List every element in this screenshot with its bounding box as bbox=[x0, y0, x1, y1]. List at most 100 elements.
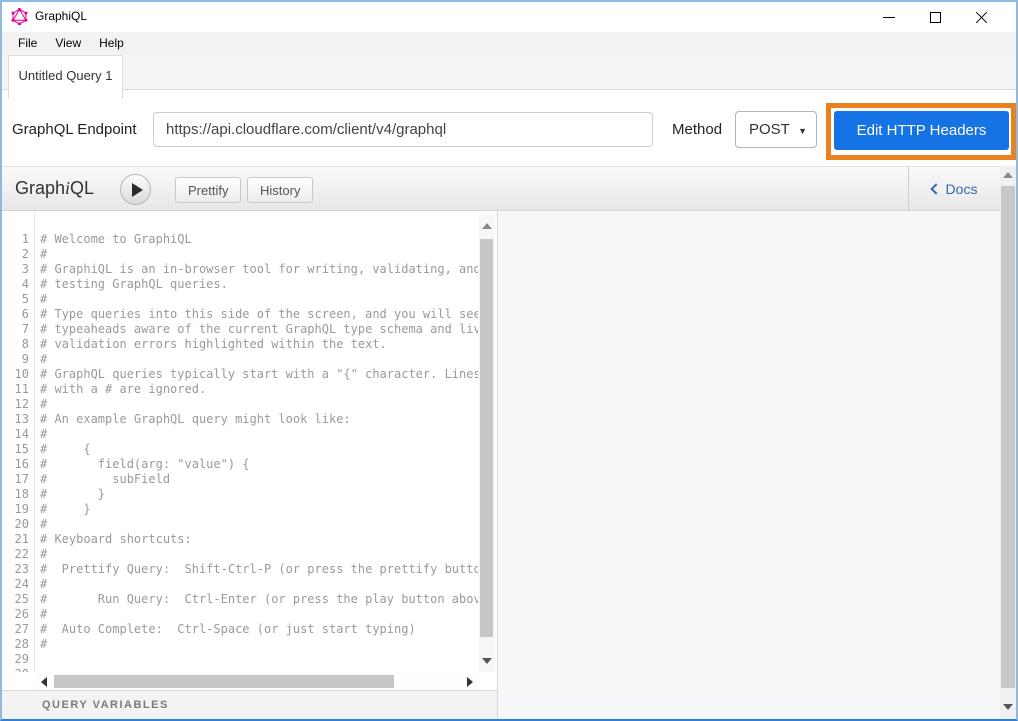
line-number: 21 bbox=[2, 532, 29, 547]
line-number: 11 bbox=[2, 382, 29, 397]
menu-view[interactable]: View bbox=[46, 32, 90, 54]
scroll-right-icon[interactable] bbox=[467, 677, 473, 687]
code-line: # Run Query: Ctrl-Enter (or press the pl… bbox=[40, 592, 478, 607]
line-number: 8 bbox=[2, 337, 29, 352]
window-scroll-up-icon[interactable] bbox=[1003, 172, 1013, 178]
code-content[interactable]: # Welcome to GraphiQL## GraphiQL is an i… bbox=[40, 232, 478, 672]
maximize-button[interactable] bbox=[912, 2, 958, 32]
code-line: # bbox=[40, 637, 478, 652]
code-line: # testing GraphQL queries. bbox=[40, 277, 478, 292]
main-area: 1234567891011121314151617181920212223242… bbox=[2, 211, 1016, 719]
code-line: # } bbox=[40, 487, 478, 502]
code-line: # validation errors highlighted within t… bbox=[40, 337, 478, 352]
chevron-left-icon bbox=[930, 183, 941, 194]
code-line: # bbox=[40, 577, 478, 592]
code-line bbox=[40, 667, 478, 672]
graphiql-logo: GraphiQL bbox=[15, 178, 94, 199]
line-number: 18 bbox=[2, 487, 29, 502]
app-window: GraphiQL File View Help Untitled Query 1… bbox=[0, 0, 1018, 721]
endpoint-label: GraphQL Endpoint bbox=[12, 121, 137, 138]
code-line: # bbox=[40, 397, 478, 412]
code-line: # Prettify Query: Shift-Ctrl-P (or press… bbox=[40, 562, 478, 577]
scroll-left-icon[interactable] bbox=[41, 677, 47, 687]
gutter-separator bbox=[34, 211, 35, 672]
line-number: 29 bbox=[2, 652, 29, 667]
graphiql-toolbar: GraphiQL Prettify History Docs bbox=[2, 166, 1016, 211]
chevron-down-icon: ▼ bbox=[798, 126, 807, 136]
line-number: 17 bbox=[2, 472, 29, 487]
minimize-icon bbox=[883, 17, 895, 18]
scroll-up-icon[interactable] bbox=[482, 223, 492, 229]
minimize-button[interactable] bbox=[866, 2, 912, 32]
window-vertical-scrollbar[interactable] bbox=[1000, 166, 1016, 719]
annotation-highlight bbox=[826, 103, 1016, 160]
code-line: # GraphQL queries typically start with a… bbox=[40, 367, 478, 382]
line-number: 30 bbox=[2, 667, 29, 672]
query-variables-title: QUERY VARIABLES bbox=[42, 699, 169, 711]
query-pane: 1234567891011121314151617181920212223242… bbox=[2, 211, 497, 719]
line-number: 14 bbox=[2, 427, 29, 442]
line-number: 20 bbox=[2, 517, 29, 532]
docs-toggle-button[interactable]: Docs bbox=[908, 167, 1000, 211]
tab-label: Untitled Query 1 bbox=[19, 68, 113, 83]
line-number: 6 bbox=[2, 307, 29, 322]
menu-bar: File View Help bbox=[2, 32, 1016, 54]
line-number: 27 bbox=[2, 622, 29, 637]
method-label: Method bbox=[672, 121, 722, 138]
window-vscroll-thumb[interactable] bbox=[1001, 186, 1015, 688]
code-line: # bbox=[40, 352, 478, 367]
line-number: 25 bbox=[2, 592, 29, 607]
history-button[interactable]: History bbox=[247, 177, 313, 203]
editor-vscroll-thumb[interactable] bbox=[480, 239, 493, 637]
code-line: # subField bbox=[40, 472, 478, 487]
prettify-button[interactable]: Prettify bbox=[175, 177, 241, 203]
close-icon bbox=[975, 11, 988, 24]
line-number: 7 bbox=[2, 322, 29, 337]
line-number: 12 bbox=[2, 397, 29, 412]
method-value: POST bbox=[749, 121, 790, 138]
endpoint-input[interactable] bbox=[153, 112, 653, 147]
editor-vertical-scrollbar[interactable] bbox=[478, 215, 495, 672]
query-variables-bar[interactable]: QUERY VARIABLES bbox=[2, 690, 497, 719]
line-number: 26 bbox=[2, 607, 29, 622]
editor-hscroll-thumb[interactable] bbox=[54, 675, 394, 688]
query-editor[interactable]: 1234567891011121314151617181920212223242… bbox=[2, 211, 497, 672]
line-number: 10 bbox=[2, 367, 29, 382]
code-line: # bbox=[40, 547, 478, 562]
close-button[interactable] bbox=[958, 2, 1004, 32]
editor-horizontal-scrollbar[interactable] bbox=[35, 673, 479, 690]
code-line: # { bbox=[40, 442, 478, 457]
menu-file[interactable]: File bbox=[9, 32, 46, 54]
execute-query-button[interactable] bbox=[120, 174, 151, 205]
line-number: 16 bbox=[2, 457, 29, 472]
code-line: # bbox=[40, 292, 478, 307]
code-line: # typeaheads aware of the current GraphQ… bbox=[40, 322, 478, 337]
code-line: # bbox=[40, 427, 478, 442]
code-line: # with a # are ignored. bbox=[40, 382, 478, 397]
line-number: 28 bbox=[2, 637, 29, 652]
menu-help[interactable]: Help bbox=[90, 32, 133, 54]
result-pane bbox=[498, 211, 1000, 719]
line-number: 2 bbox=[2, 247, 29, 262]
line-number: 24 bbox=[2, 577, 29, 592]
method-select[interactable]: POST ▼ bbox=[735, 111, 817, 148]
code-line: # Type queries into this side of the scr… bbox=[40, 307, 478, 322]
code-line bbox=[40, 652, 478, 667]
line-number: 4 bbox=[2, 277, 29, 292]
line-number: 23 bbox=[2, 562, 29, 577]
line-number: 1 bbox=[2, 232, 29, 247]
window-scroll-down-icon[interactable] bbox=[1003, 704, 1013, 710]
tab-strip bbox=[2, 54, 1016, 90]
scroll-down-icon[interactable] bbox=[482, 658, 492, 664]
line-number: 22 bbox=[2, 547, 29, 562]
line-numbers: 1234567891011121314151617181920212223242… bbox=[2, 232, 29, 672]
graphql-logo-icon bbox=[11, 8, 28, 25]
docs-label: Docs bbox=[946, 181, 978, 197]
line-number: 9 bbox=[2, 352, 29, 367]
code-line: # GraphiQL is an in-browser tool for wri… bbox=[40, 262, 478, 277]
play-icon bbox=[132, 183, 143, 197]
code-line: # Keyboard shortcuts: bbox=[40, 532, 478, 547]
window-title: GraphiQL bbox=[35, 9, 87, 23]
tab-untitled-query-1[interactable]: Untitled Query 1 bbox=[8, 55, 123, 99]
code-line: # } bbox=[40, 502, 478, 517]
